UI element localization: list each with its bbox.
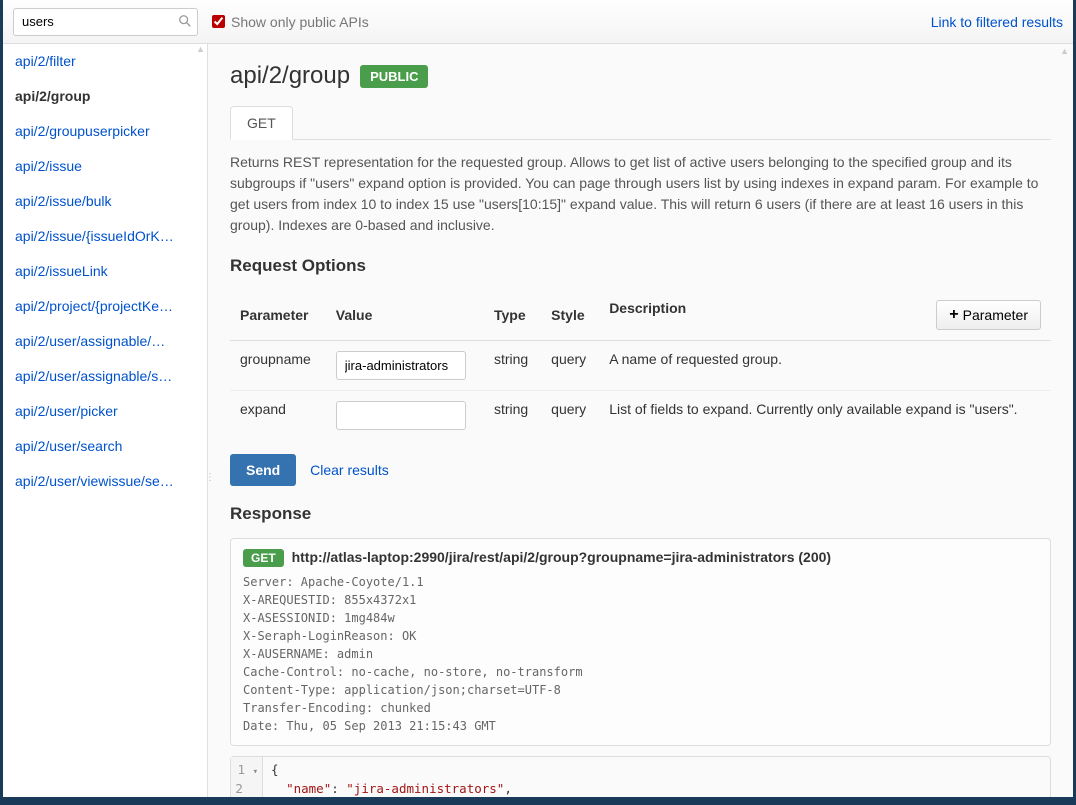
method-badge: GET [243, 549, 284, 567]
sidebar-item[interactable]: api/2/user/assignable/s… [3, 359, 207, 394]
param-type: string [484, 341, 541, 391]
param-name: groupname [230, 341, 326, 391]
add-parameter-button[interactable]: + Parameter [936, 300, 1041, 330]
drag-handle-icon[interactable]: ⋮ [208, 472, 215, 483]
tab-get[interactable]: GET [230, 106, 293, 140]
scroll-up-icon: ▲ [1060, 46, 1069, 56]
line-gutter: 1 ▾2 3 4 ▾5 [231, 757, 263, 797]
public-badge: PUBLIC [360, 65, 428, 88]
th-type: Type [484, 290, 541, 341]
param-type: string [484, 391, 541, 441]
response-box: GET http://atlas-laptop:2990/jira/rest/a… [230, 538, 1051, 746]
sidebar-item[interactable]: api/2/user/picker [3, 394, 207, 429]
response-url: http://atlas-laptop:2990/jira/rest/api/2… [292, 549, 832, 565]
param-style: query [541, 341, 599, 391]
show-public-checkbox[interactable] [212, 15, 225, 28]
response-heading: Response [230, 504, 1051, 524]
params-table: Parameter Value Type Style Description +… [230, 290, 1051, 440]
json-code: { "name": "jira-administrators", "self":… [263, 757, 949, 797]
sidebar: ▲ api/2/filterapi/2/groupapi/2/groupuser… [3, 44, 208, 797]
plus-icon: + [949, 309, 958, 321]
th-value: Value [326, 290, 484, 341]
sidebar-item[interactable]: api/2/issue [3, 149, 207, 184]
th-description: Description + Parameter [599, 290, 1051, 341]
request-options-heading: Request Options [230, 256, 1051, 276]
show-public-label[interactable]: Show only public APIs [212, 14, 369, 30]
sidebar-item[interactable]: api/2/group [3, 79, 207, 114]
sidebar-item[interactable]: api/2/user/assignable/… [3, 324, 207, 359]
table-row: groupname stringqueryA name of requested … [230, 341, 1051, 391]
param-style: query [541, 391, 599, 441]
main-panel: ▲ ⋮ api/2/group PUBLIC GET Returns REST … [208, 44, 1073, 797]
sidebar-item[interactable]: api/2/filter [3, 44, 207, 79]
link-filtered-results[interactable]: Link to filtered results [931, 14, 1063, 30]
sidebar-item[interactable]: api/2/issueLink [3, 254, 207, 289]
page-title: api/2/group [230, 62, 350, 90]
sidebar-item[interactable]: api/2/user/search [3, 429, 207, 464]
response-headers: Server: Apache-Coyote/1.1 X-AREQUESTID: … [243, 573, 1038, 735]
param-desc: List of fields to expand. Currently only… [599, 391, 1051, 441]
param-value-input[interactable] [336, 401, 466, 430]
param-value-input[interactable] [336, 351, 466, 380]
table-row: expand stringqueryList of fields to expan… [230, 391, 1051, 441]
scroll-up-icon: ▲ [196, 44, 205, 54]
th-style: Style [541, 290, 599, 341]
clear-results-link[interactable]: Clear results [310, 462, 389, 478]
show-public-text: Show only public APIs [231, 14, 369, 30]
search-input[interactable] [13, 8, 198, 36]
footer-bar [3, 797, 1073, 805]
sidebar-item[interactable]: api/2/issue/{issueIdOrK… [3, 219, 207, 254]
th-parameter: Parameter [230, 290, 326, 341]
sidebar-item[interactable]: api/2/user/viewissue/se… [3, 464, 207, 499]
send-button[interactable]: Send [230, 454, 296, 486]
sidebar-item[interactable]: api/2/issue/bulk [3, 184, 207, 219]
param-name: expand [230, 391, 326, 441]
param-desc: A name of requested group. [599, 341, 1051, 391]
description-text: Returns REST representation for the requ… [230, 152, 1051, 236]
sidebar-item[interactable]: api/2/groupuserpicker [3, 114, 207, 149]
sidebar-item[interactable]: api/2/project/{projectKe… [3, 289, 207, 324]
json-viewer: 1 ▾2 3 4 ▾5 { "name": "jira-administrato… [230, 756, 1051, 797]
